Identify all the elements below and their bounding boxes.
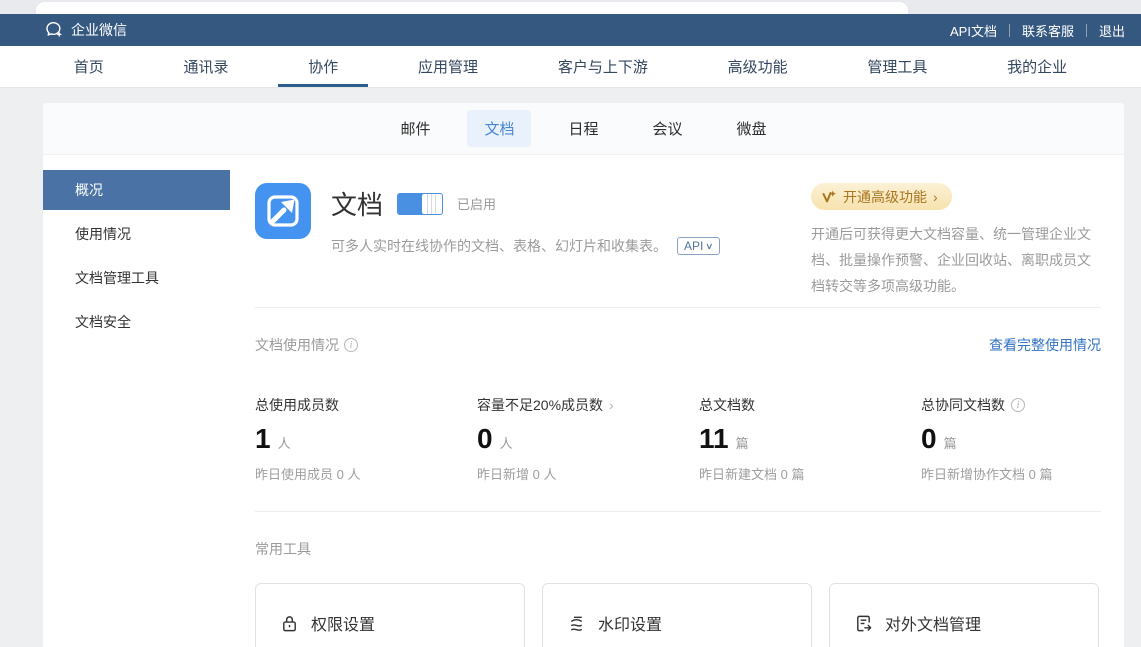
divider (255, 307, 1101, 308)
stat-low-capacity-members: 容量不足20%成员数 › 0 人 昨日新增 0 人 (477, 395, 699, 483)
premium-panel: 开通高级功能 › 开通后可获得更大文档容量、统一管理企业文档、批量操作预警、企业… (811, 183, 1101, 307)
stat-value: 11 (699, 423, 729, 455)
stat-collab-docs: 总协同文档数 i 0 篇 昨日新增协作文档 0 篇 (921, 395, 1101, 483)
chevron-right-icon: › (609, 397, 614, 413)
stat-unit: 人 (278, 433, 291, 452)
topbar-links: API文档 联系客服 退出 (950, 21, 1125, 40)
info-icon[interactable]: i (1011, 398, 1025, 412)
nav-item-collaboration[interactable]: 协作 (278, 46, 368, 87)
stat-value: 0 (921, 423, 937, 455)
usage-stats: 总使用成员数 1 人 昨日使用成员 0 人 容量不足20%成员数 › (255, 395, 1101, 483)
nav-item-home[interactable]: 首页 (44, 46, 134, 87)
tools-section-title: 常用工具 (255, 539, 311, 559)
subtab-meeting[interactable]: 会议 (636, 110, 700, 147)
stat-subtext: 昨日新增 0 人 (477, 464, 699, 483)
subtab-calendar[interactable]: 日程 (551, 110, 615, 147)
separator (1086, 24, 1087, 37)
tool-card-permissions[interactable]: 权限设置 设置企业内外的访问权限 (255, 583, 525, 647)
sidebar-item-usage[interactable]: 使用情况 (43, 214, 230, 254)
watermark-icon (567, 614, 586, 633)
chevron-down-icon: ∨ (705, 241, 714, 252)
sidebar-item-doc-tools[interactable]: 文档管理工具 (43, 258, 230, 298)
content-area: 文档 已启用 可多人实时在线协作的文档、表格、幻灯片和收集表。 API ∨ (230, 155, 1124, 647)
stat-unit: 篇 (944, 433, 957, 452)
stat-subtext: 昨日新增协作文档 0 篇 (921, 464, 1101, 483)
stat-value: 1 (255, 423, 271, 455)
nav-item-contacts[interactable]: 通讯录 (154, 46, 259, 87)
app-header: 文档 已启用 可多人实时在线协作的文档、表格、幻灯片和收集表。 API ∨ (255, 183, 1101, 307)
stat-value: 0 (477, 423, 493, 455)
app-description: 可多人实时在线协作的文档、表格、幻灯片和收集表。 (331, 236, 667, 256)
nav-item-admin-tools[interactable]: 管理工具 (837, 46, 957, 87)
topbar: 企业微信 API文档 联系客服 退出 (0, 14, 1141, 46)
stat-unit: 人 (500, 433, 513, 452)
toggle-knob (422, 194, 442, 214)
premium-description: 开通后可获得更大文档容量、统一管理企业文档、批量操作预警、企业回收站、离职成员文… (811, 221, 1101, 299)
app-title: 文档 (331, 185, 383, 222)
separator (1009, 24, 1010, 37)
view-full-usage-link[interactable]: 查看完整使用情况 (989, 335, 1101, 355)
app-title-block: 文档 已启用 可多人实时在线协作的文档、表格、幻灯片和收集表。 API ∨ (331, 183, 720, 307)
nav-item-my-company[interactable]: 我的企业 (977, 46, 1097, 87)
topbar-link-api-docs[interactable]: API文档 (950, 21, 997, 40)
tool-card-external-docs[interactable]: 对外文档管理 查看和管理允许企业外访问的文档 (829, 583, 1099, 647)
upgrade-premium-label: 开通高级功能 (843, 187, 927, 207)
tool-title: 权限设置 (311, 611, 375, 635)
tool-card-watermark[interactable]: 水印设置 为企业内文档开启水印，数据泄露事件可追 (542, 583, 812, 647)
brand-name: 企业微信 (71, 20, 127, 40)
api-dropdown-badge[interactable]: API ∨ (677, 237, 720, 255)
stat-label: 容量不足20%成员数 (477, 395, 603, 415)
sidebar: 概况 使用情况 文档管理工具 文档安全 (43, 155, 230, 647)
sidebar-item-overview[interactable]: 概况 (43, 170, 230, 210)
stat-total-docs: 总文档数 11 篇 昨日新建文档 0 篇 (699, 395, 921, 483)
topbar-link-contact-support[interactable]: 联系客服 (1022, 21, 1074, 40)
info-icon[interactable]: i (344, 338, 358, 352)
topbar-link-logout[interactable]: 退出 (1099, 21, 1125, 40)
nav-item-advanced-features[interactable]: 高级功能 (698, 46, 818, 87)
subtab-drive[interactable]: 微盘 (720, 110, 784, 147)
stat-low-capacity-link[interactable]: 容量不足20%成员数 › (477, 395, 699, 415)
subtab-mail[interactable]: 邮件 (383, 110, 447, 147)
stat-unit: 篇 (736, 433, 749, 452)
stat-label: 总使用成员数 (255, 395, 339, 415)
divider (255, 511, 1101, 512)
docs-enabled-toggle[interactable] (397, 193, 443, 215)
tool-title: 水印设置 (598, 611, 662, 635)
tool-title: 对外文档管理 (885, 611, 981, 635)
collab-subtabs: 邮件 文档 日程 会议 微盘 (43, 103, 1124, 155)
sidebar-item-doc-security[interactable]: 文档安全 (43, 302, 230, 342)
nav-item-customers[interactable]: 客户与上下游 (528, 46, 678, 87)
docs-app-icon (255, 183, 311, 239)
usage-section-head: 文档使用情况 i 查看完整使用情况 (255, 335, 1101, 355)
page-background: 邮件 文档 日程 会议 微盘 概况 使用情况 文档管理工具 文档安全 (0, 88, 1141, 647)
stat-subtext: 昨日新建文档 0 篇 (699, 464, 921, 483)
browser-chrome-strip (0, 0, 1141, 14)
external-doc-icon (854, 614, 873, 633)
subtab-docs[interactable]: 文档 (467, 110, 531, 147)
stat-total-members: 总使用成员数 1 人 昨日使用成员 0 人 (255, 395, 477, 483)
status-text: 已启用 (457, 194, 496, 213)
main-card: 邮件 文档 日程 会议 微盘 概况 使用情况 文档管理工具 文档安全 (43, 103, 1124, 647)
upgrade-premium-button[interactable]: 开通高级功能 › (811, 183, 952, 210)
chevron-right-icon: › (933, 189, 938, 205)
brand-logo[interactable]: 企业微信 (44, 20, 127, 40)
premium-sparkle-icon (821, 189, 837, 205)
main-nav: 首页 通讯录 协作 应用管理 客户与上下游 高级功能 管理工具 我的企业 (0, 46, 1141, 88)
tools-section-head: 常用工具 (255, 539, 1101, 559)
api-badge-label: API (684, 239, 703, 253)
usage-section-title: 文档使用情况 (255, 335, 339, 355)
lock-icon (280, 614, 299, 633)
nav-item-app-management[interactable]: 应用管理 (388, 46, 508, 87)
wework-logo-icon (44, 20, 64, 40)
tool-cards: 权限设置 设置企业内外的访问权限 (255, 583, 1101, 647)
stat-label: 总文档数 (699, 395, 755, 415)
browser-tab[interactable] (36, 2, 908, 14)
stat-subtext: 昨日使用成员 0 人 (255, 464, 477, 483)
stat-label: 总协同文档数 (921, 395, 1005, 415)
